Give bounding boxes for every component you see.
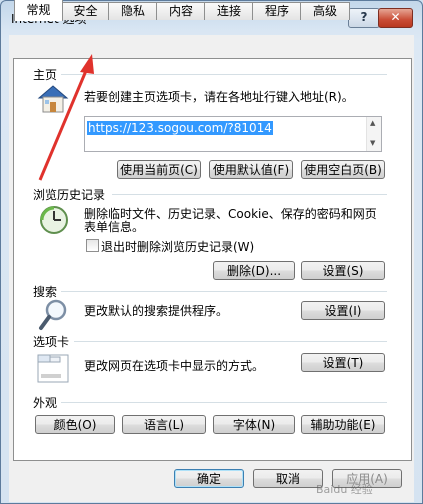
- home-url-textarea[interactable]: https://123.sogou.com/?81014 ▲ ▼: [84, 116, 382, 152]
- home-url-value: https://123.sogou.com/?81014: [87, 121, 273, 135]
- textarea-scrollbar[interactable]: ▲ ▼: [366, 117, 381, 151]
- house-icon: [36, 84, 70, 117]
- tab-connections[interactable]: 连接: [204, 2, 254, 20]
- tab-programs[interactable]: 程序: [252, 2, 302, 20]
- tab-advanced[interactable]: 高级: [300, 2, 350, 20]
- tab-general[interactable]: 常规: [14, 0, 63, 21]
- divider: [61, 291, 387, 292]
- tab-privacy[interactable]: 隐私: [108, 2, 158, 20]
- history-section-title: 浏览历史记录: [33, 188, 106, 202]
- use-default-button[interactable]: 使用默认值(F): [209, 160, 293, 179]
- history-description-line2: 表单信息。: [84, 220, 145, 234]
- scroll-up-icon[interactable]: ▲: [370, 119, 375, 127]
- history-clock-icon: [38, 204, 70, 239]
- tabs-section-title: 选项卡: [33, 335, 70, 349]
- divider: [74, 341, 387, 342]
- scroll-down-icon[interactable]: ▼: [370, 139, 375, 147]
- tabs-description: 更改网页在选项卡中显示的方式。: [84, 359, 265, 373]
- ok-button[interactable]: 确定: [174, 469, 244, 488]
- divider: [61, 74, 387, 75]
- divider: [61, 402, 387, 403]
- tab-security[interactable]: 安全: [61, 2, 110, 20]
- delete-history-button[interactable]: 删除(D)...: [213, 261, 295, 280]
- fonts-button[interactable]: 字体(N): [213, 415, 295, 434]
- search-settings-button[interactable]: 设置(I): [301, 301, 385, 320]
- search-description: 更改默认的搜索提供程序。: [84, 304, 229, 318]
- home-section-title: 主页: [33, 68, 58, 82]
- appearance-section-title: 外观: [33, 396, 58, 410]
- languages-button[interactable]: 语言(L): [122, 415, 206, 434]
- delete-on-exit-checkbox[interactable]: [86, 239, 99, 252]
- divider: [112, 194, 387, 195]
- accessibility-button[interactable]: 辅助功能(E): [301, 415, 385, 434]
- tabs-settings-button[interactable]: 设置(T): [301, 353, 385, 372]
- tab-content[interactable]: 内容: [156, 2, 206, 20]
- magnifier-icon: [38, 298, 70, 335]
- close-icon: ✕: [390, 10, 401, 24]
- close-button[interactable]: ✕: [378, 8, 413, 28]
- use-current-button[interactable]: 使用当前页(C): [117, 160, 201, 179]
- home-description: 若要创建主页选项卡，请在各地址行键入地址(R)。: [84, 90, 354, 104]
- tabbed-window-icon: [37, 354, 69, 387]
- watermark-text: Baidu 经验: [316, 483, 373, 496]
- delete-on-exit-label[interactable]: 退出时删除浏览历史记录(W): [101, 238, 254, 255]
- help-button[interactable]: ?: [348, 8, 380, 28]
- use-blank-button[interactable]: 使用空白页(B): [301, 160, 385, 179]
- history-settings-button[interactable]: 设置(S): [301, 261, 385, 280]
- baidu-watermark: Baidu 经验: [300, 467, 420, 503]
- colors-button[interactable]: 颜色(O): [35, 415, 115, 434]
